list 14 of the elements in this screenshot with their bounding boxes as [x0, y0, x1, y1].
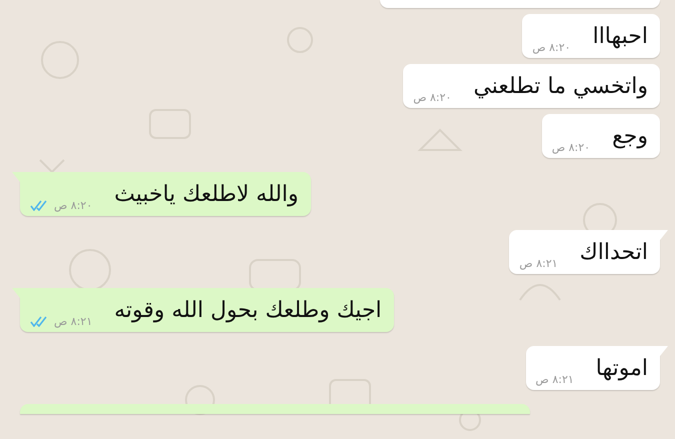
message-text: اجيك وطلعك بحول الله وقوته [114, 297, 382, 325]
message-text: اموتها [596, 355, 648, 383]
message-time: ٨:٢٠ ص [54, 199, 92, 212]
message-text: وجع [612, 123, 648, 151]
message-time: ٨:٢٠ ص [413, 91, 452, 104]
message-text: والله لاطلعك ياخبيث [114, 181, 299, 209]
message-time: ٨:٢٠ ص [552, 141, 590, 154]
message-text: اتحدااك [580, 239, 648, 267]
message-time: ٨:٢١ ص [536, 373, 574, 386]
message-text: واتخسي ما تطلعني [473, 73, 648, 101]
message-time: ٨:٢١ ص [54, 315, 92, 328]
message-text: احبهااا [592, 23, 648, 51]
message-time: ٨:٢٠ ص [532, 41, 571, 54]
message-time: ٨:٢١ ص [519, 257, 558, 270]
